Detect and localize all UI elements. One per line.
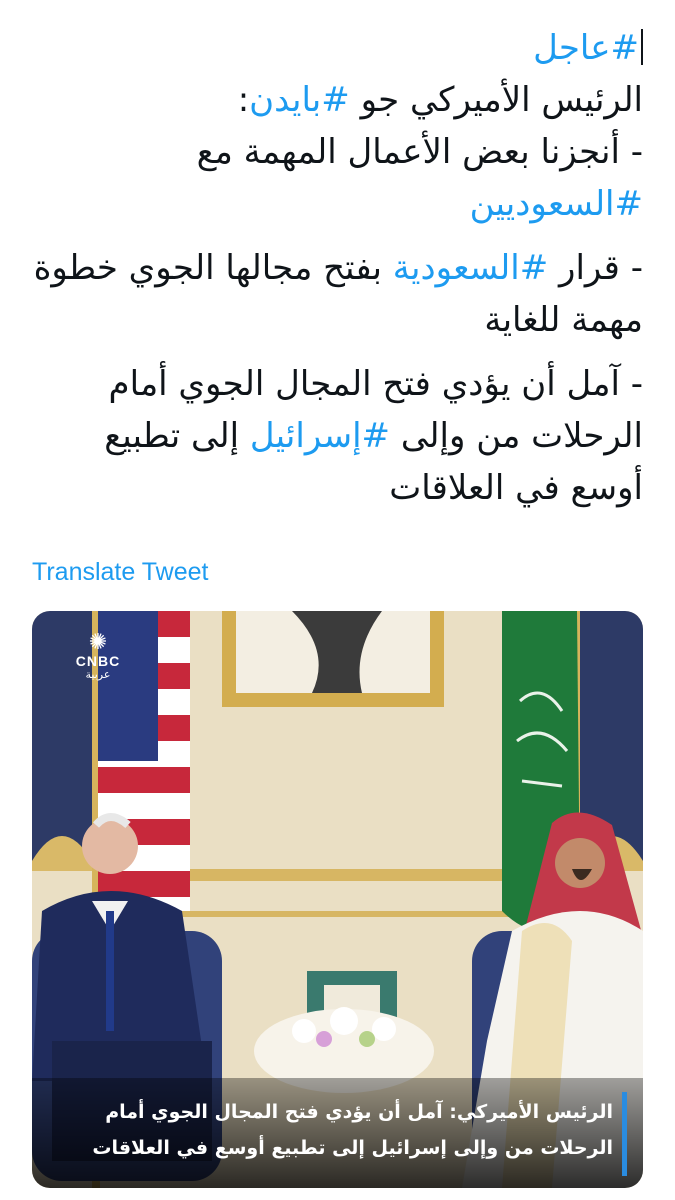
caption-text: الرئيس الأميركي: آمل أن يؤدي فتح المجال …: [43, 1094, 613, 1166]
hashtag-saudi-arabia[interactable]: #السعودية: [393, 248, 548, 288]
hashtag-biden[interactable]: #بايدن: [249, 80, 350, 120]
cnbc-arabia-logo: ✺ CNBC عربية: [68, 629, 128, 681]
caption-line: الرحلات من وإلى إسرائيل إلى تطبيع أوسع ف…: [92, 1137, 613, 1159]
translate-tweet-link[interactable]: Translate Tweet: [32, 558, 208, 587]
tweet-paragraph-airspace: - قرار #السعودية بفتح مجالها الجوي خطوة …: [28, 242, 643, 346]
tweet-media-image[interactable]: ✺ CNBC عربية الرئيس الأميركي: آمل أن يؤد…: [32, 611, 643, 1188]
hashtag-saudis[interactable]: #السعوديين: [470, 184, 643, 224]
tweet-text-segment: :: [237, 80, 250, 120]
tweet-paragraph-intro: #عاجل الرئيس الأميركي جو #بايدن: - أنجزن…: [28, 22, 643, 230]
tweet-text-segment: - أنجزنا بعض الأعمال المهمة مع: [196, 132, 643, 172]
hashtag-israel[interactable]: #إسرائيل: [250, 416, 390, 456]
tweet-paragraph-normalization: - آمل أن يؤدي فتح المجال الجوي أمام الرح…: [28, 358, 643, 514]
peacock-icon: ✺: [88, 629, 108, 654]
text-cursor: [641, 29, 643, 65]
logo-subtext: عربية: [85, 668, 111, 681]
caption-accent-bar: [622, 1092, 627, 1176]
image-caption-overlay: الرئيس الأميركي: آمل أن يؤدي فتح المجال …: [32, 1078, 643, 1188]
hashtag-breaking[interactable]: #عاجل: [533, 28, 639, 68]
caption-line: الرئيس الأميركي: آمل أن يؤدي فتح المجال …: [105, 1101, 613, 1123]
tweet-text: #عاجل الرئيس الأميركي جو #بايدن: - أنجزن…: [28, 22, 643, 526]
tweet-text-segment: - قرار: [548, 248, 643, 288]
tweet-text-segment: الرئيس الأميركي جو: [349, 80, 643, 120]
logo-text: CNBC: [75, 653, 121, 669]
